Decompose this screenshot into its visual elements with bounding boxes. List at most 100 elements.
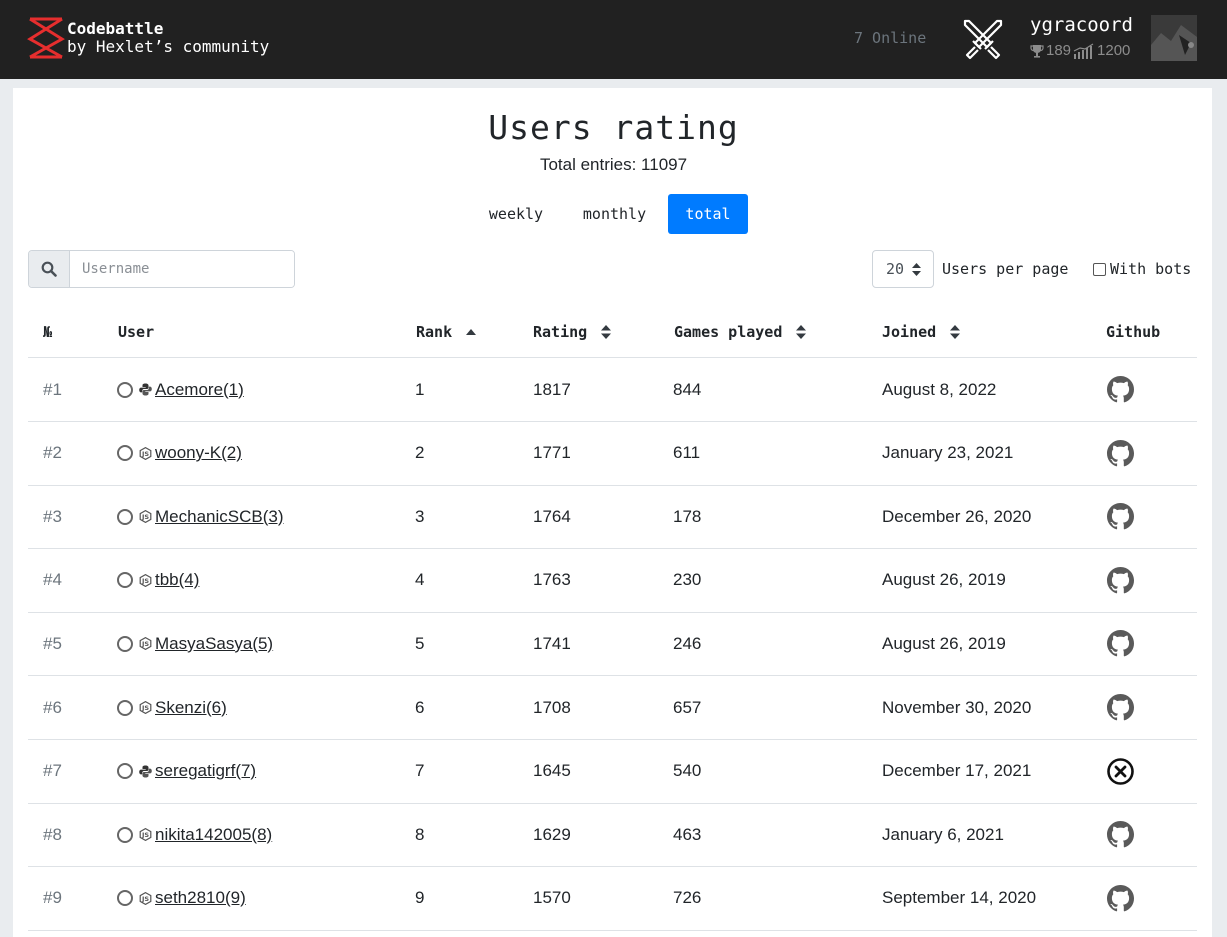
user-link[interactable]: Skenzi(6) — [155, 698, 227, 718]
rank-cell: 3 — [415, 506, 425, 526]
rating-cell: 1708 — [533, 697, 571, 717]
avatar[interactable] — [1151, 15, 1197, 61]
row-number: #4 — [43, 570, 62, 590]
user-link[interactable]: MasyaSasya(5) — [155, 634, 273, 654]
games-cell: 230 — [673, 570, 702, 590]
tab-monthly[interactable]: monthly — [568, 194, 661, 234]
per-page-label: Users per page — [942, 260, 1069, 278]
svg-text:JS: JS — [141, 577, 149, 585]
sort-icon — [950, 325, 961, 339]
games-cell: 178 — [673, 506, 702, 526]
github-cell — [1106, 422, 1135, 485]
github-icon[interactable] — [1106, 439, 1135, 468]
row-number: #7 — [43, 761, 62, 781]
brand[interactable]: Codebattle by Hexlet’s community — [67, 20, 269, 56]
with-bots-checkbox[interactable] — [1093, 263, 1106, 276]
trophy-icon — [1030, 44, 1044, 58]
js-icon: JS — [139, 573, 152, 587]
table-row: #9 JS seth2810(9) 9 1570 726 September 1… — [28, 867, 1197, 931]
github-icon[interactable] — [1106, 884, 1135, 913]
online-count[interactable]: 7 Online — [854, 29, 926, 47]
search-addon — [29, 251, 70, 287]
col-games[interactable]: Games played — [674, 323, 807, 341]
games-cell: 726 — [673, 888, 702, 908]
rank-cell: 2 — [415, 443, 425, 463]
user-link[interactable]: MechanicSCB(3) — [155, 507, 284, 527]
brand-title: Codebattle — [67, 19, 164, 38]
user-link[interactable]: seth2810(9) — [155, 888, 246, 908]
github-cell — [1106, 549, 1135, 612]
table-row: #5 JS MasyaSasya(5) 5 1741 246 August 26… — [28, 612, 1197, 677]
user-rating: 1200 — [1097, 42, 1131, 59]
search-input[interactable] — [70, 251, 294, 287]
table-row: #1 Acemore(1) 1 1817 844 August 8, 2022 — [28, 358, 1197, 422]
user-link[interactable]: Acemore(1) — [155, 380, 244, 400]
offline-status-icon — [117, 826, 133, 843]
search-group — [28, 250, 295, 288]
page-title: Users rating — [488, 108, 739, 147]
user-link[interactable]: nikita142005(8) — [155, 825, 272, 845]
table-row: #8 JS nikita142005(8) 8 1629 463 January… — [28, 803, 1197, 868]
tab-weekly[interactable]: weekly — [476, 194, 556, 234]
user-cell: JS MechanicSCB(3) — [117, 485, 284, 548]
offline-status-icon — [117, 890, 133, 907]
joined-cell: January 6, 2021 — [882, 824, 1004, 844]
github-icon[interactable] — [1106, 629, 1135, 658]
sort-icon — [601, 325, 612, 339]
user-link[interactable]: seregatigrf(7) — [155, 761, 256, 781]
user-cell: Acemore(1) — [117, 358, 244, 421]
rank-cell: 6 — [415, 697, 425, 717]
user-cell: JS Skenzi(6) — [117, 676, 227, 739]
svg-text:JS: JS — [141, 831, 149, 839]
joined-cell: August 26, 2019 — [882, 633, 1006, 653]
joined-cell: August 8, 2022 — [882, 379, 997, 399]
row-number: #1 — [43, 379, 62, 399]
navbar: Codebattle by Hexlet’s community 7 Onlin… — [0, 0, 1227, 79]
github-cell — [1106, 358, 1135, 421]
js-icon: JS — [139, 446, 152, 460]
tab-total[interactable]: total — [668, 194, 748, 234]
github-icon[interactable] — [1106, 820, 1135, 849]
current-username[interactable]: ygracoord — [1030, 14, 1133, 36]
codebattle-logo-icon[interactable] — [27, 17, 65, 59]
joined-cell: December 26, 2020 — [882, 506, 1032, 526]
col-rank[interactable]: Rank — [416, 323, 477, 341]
col-rank-label: Rank — [416, 323, 453, 341]
github-cell — [1106, 485, 1135, 548]
games-cell: 657 — [673, 697, 702, 717]
with-bots-label[interactable]: With bots — [1110, 260, 1191, 278]
rank-cell: 5 — [415, 633, 425, 653]
col-num: № — [43, 323, 52, 341]
github-icon[interactable] — [1106, 693, 1135, 722]
col-user: User — [118, 323, 154, 341]
per-page-select[interactable]: 20 — [872, 250, 934, 288]
rank-cell: 8 — [415, 824, 425, 844]
col-rating[interactable]: Rating — [533, 323, 612, 341]
col-num-label: № — [43, 323, 53, 341]
user-link[interactable]: tbb(4) — [155, 570, 199, 590]
github-cell — [1106, 612, 1135, 675]
crossed-swords-icon[interactable] — [961, 18, 1005, 60]
user-link[interactable]: woony-K(2) — [155, 443, 242, 463]
user-cell: JS tbb(4) — [117, 549, 199, 612]
col-user-label: User — [118, 323, 155, 341]
offline-status-icon — [117, 635, 133, 652]
user-cell: JS woony-K(2) — [117, 422, 242, 485]
col-github-label: Github — [1106, 323, 1161, 341]
rating-cell: 1570 — [533, 888, 571, 908]
row-number: #3 — [43, 506, 62, 526]
row-number: #9 — [43, 888, 62, 908]
joined-cell: August 26, 2019 — [882, 570, 1006, 590]
python-icon — [139, 383, 152, 396]
table-row: #7 seregatigrf(7) 7 1645 540 December 17… — [28, 740, 1197, 804]
table-row: #4 JS tbb(4) 4 1763 230 August 26, 2019 — [28, 549, 1197, 613]
github-icon[interactable] — [1106, 566, 1135, 595]
github-icon[interactable] — [1106, 375, 1135, 404]
row-number: #2 — [43, 443, 62, 463]
offline-status-icon — [117, 445, 133, 462]
github-icon[interactable] — [1106, 502, 1135, 531]
offline-status-icon — [117, 699, 133, 716]
search-icon — [41, 261, 57, 277]
col-joined[interactable]: Joined — [882, 323, 961, 341]
select-caret-icon — [912, 263, 921, 276]
